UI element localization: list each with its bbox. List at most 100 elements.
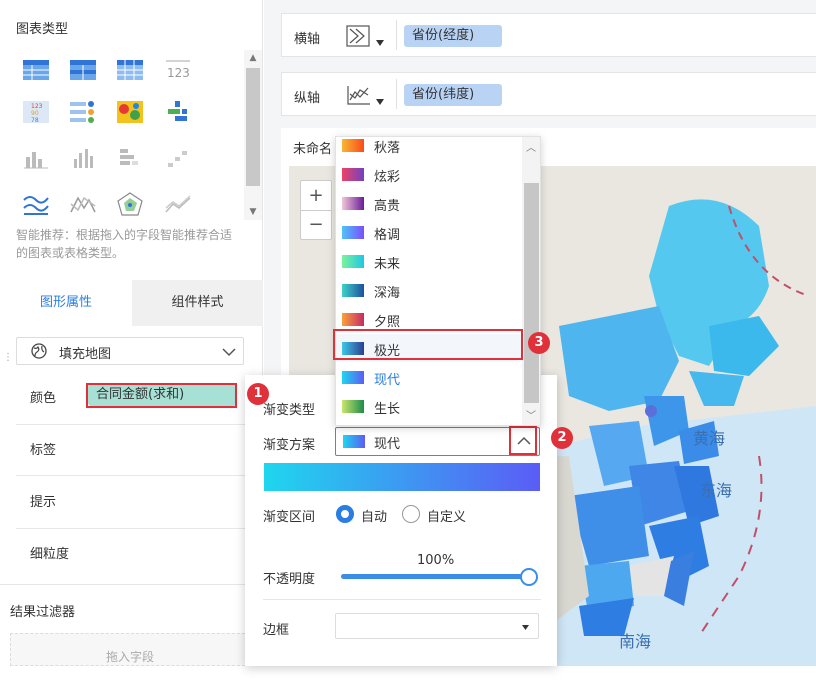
drop-field-hint: 拖入字段 xyxy=(105,650,154,664)
scheme-option-label: 生长 xyxy=(374,402,401,417)
divider xyxy=(16,528,246,529)
scheme-swatch xyxy=(342,226,364,239)
drop-field-area[interactable]: 拖入字段 xyxy=(10,633,250,666)
opacity-slider-handle[interactable] xyxy=(520,568,538,586)
chevron-down-icon xyxy=(222,348,236,357)
scheme-value: 现代 xyxy=(374,437,401,452)
label-label: 标签 xyxy=(30,443,57,458)
svg-text:90: 90 xyxy=(31,110,39,117)
granularity-label: 细粒度 xyxy=(30,547,70,562)
cross-table-icon[interactable] xyxy=(116,58,144,82)
gradient-scheme-label: 渐变方案 xyxy=(263,438,316,453)
map-type-select[interactable]: 填充地图 xyxy=(16,337,244,365)
gradient-preview-bar xyxy=(264,463,540,491)
zoom-out-button[interactable]: − xyxy=(301,211,331,239)
color-table-icon[interactable]: 1239078 xyxy=(22,100,50,124)
chart-title[interactable]: 未命名 xyxy=(293,138,332,157)
divider xyxy=(16,475,246,476)
chevron-up-icon xyxy=(517,436,531,445)
scheme-option-2[interactable]: 高贵 xyxy=(336,189,522,217)
map-type-value: 填充地图 xyxy=(59,347,112,362)
step-bar-icon[interactable] xyxy=(164,146,192,170)
scroll-thumb[interactable] xyxy=(246,68,260,186)
chevron-up-icon[interactable]: ︿ xyxy=(526,139,536,154)
tab-graphic-properties[interactable]: 图形属性 xyxy=(0,280,132,326)
zoom-control: + − xyxy=(300,180,332,240)
scheme-swatch xyxy=(342,313,364,326)
scheme-swatch xyxy=(342,168,364,181)
label-row[interactable]: 标签 xyxy=(16,426,246,468)
scheme-option-label: 格调 xyxy=(374,228,401,243)
scheme-option-label: 秋落 xyxy=(374,141,401,156)
color-label: 颜色 xyxy=(30,391,57,406)
waterfall-icon[interactable] xyxy=(164,100,192,124)
kpi-number-icon[interactable]: 123 xyxy=(164,58,192,82)
bar-chart-icon[interactable] xyxy=(22,146,50,170)
caret-down-icon xyxy=(522,625,529,630)
scheme-option-4[interactable]: 未来 xyxy=(336,247,522,275)
globe-icon xyxy=(31,343,47,359)
scheme-option-label: 夕照 xyxy=(374,315,401,330)
radar-chart-icon[interactable] xyxy=(116,192,144,216)
line-chart-icon[interactable] xyxy=(69,192,97,216)
tooltip-row[interactable]: 提示 xyxy=(16,478,246,520)
zoom-in-button[interactable]: + xyxy=(301,181,331,210)
caret-down-icon[interactable] xyxy=(376,40,384,46)
scheme-swatch xyxy=(342,400,364,413)
scheme-option-label: 炫彩 xyxy=(374,170,401,185)
area-line-icon[interactable] xyxy=(22,192,50,216)
svg-text:123: 123 xyxy=(167,66,190,80)
scheme-swatch xyxy=(342,371,364,384)
tab-component-style[interactable]: 组件样式 xyxy=(132,280,263,326)
scheme-option-5[interactable]: 深海 xyxy=(336,276,522,304)
gradient-scheme-dropdown: 秋落炫彩高贵格调未来深海夕照极光现代生长青春︿﹀ xyxy=(335,136,541,426)
divider xyxy=(263,599,541,600)
scheme-swatch xyxy=(342,255,364,268)
caret-down-icon[interactable] xyxy=(376,99,384,105)
range-custom-radio[interactable] xyxy=(402,505,420,523)
opacity-slider-track[interactable] xyxy=(341,574,529,579)
stacked-bar-icon[interactable] xyxy=(116,146,144,170)
y-axis-field-chip[interactable]: 省份(纬度) xyxy=(404,84,502,106)
dropdown-scrollbar[interactable]: ︿ ﹀ xyxy=(522,137,540,425)
dot-table-icon[interactable] xyxy=(69,100,97,124)
area-chart-icon[interactable] xyxy=(164,192,192,216)
scheme-option-1[interactable]: 炫彩 xyxy=(336,160,522,188)
chart-type-scrollbar[interactable]: ▲ ▼ xyxy=(244,50,262,220)
smart-recommend-hint: 智能推荐：根据拖入的字段智能推荐合适的图表或表格类型。 xyxy=(16,228,233,260)
chevron-down-icon[interactable]: ﹀ xyxy=(526,407,536,422)
scheme-option-8[interactable]: 现代 xyxy=(336,363,522,391)
scheme-option-10[interactable]: 青春 xyxy=(336,421,522,425)
callout-badge: 2 xyxy=(551,427,573,449)
y-axis-type-icon[interactable] xyxy=(346,84,372,106)
scroll-thumb[interactable] xyxy=(524,183,539,403)
x-axis-field-chip[interactable]: 省份(经度) xyxy=(404,25,502,47)
y-axis-label: 纵轴 xyxy=(294,91,321,106)
drag-handle-icon[interactable]: ⋮ xyxy=(3,352,13,363)
table-icon[interactable] xyxy=(22,58,50,82)
x-axis-type-icon[interactable] xyxy=(346,25,372,47)
border-select[interactable] xyxy=(335,613,539,639)
scheme-option-0[interactable]: 秋落 xyxy=(336,137,522,159)
result-filter-title: 结果过滤器 xyxy=(10,605,76,620)
scroll-up-icon[interactable]: ▲ xyxy=(248,53,258,63)
grouped-bar-icon[interactable] xyxy=(69,146,97,170)
chart-type-title: 图表类型 xyxy=(16,22,69,37)
granularity-row[interactable]: 细粒度 xyxy=(16,530,246,572)
x-axis-bar: 横轴 省份(经度) xyxy=(281,13,816,57)
scheme-toggle-highlight[interactable] xyxy=(509,426,537,455)
divider xyxy=(0,584,263,585)
scheme-option-label: 高贵 xyxy=(374,199,401,214)
sea-label-east: 东海 xyxy=(700,481,732,500)
scheme-option-label: 未来 xyxy=(374,257,401,272)
scheme-swatch xyxy=(343,435,365,448)
scheme-swatch xyxy=(342,197,364,210)
scheme-option-3[interactable]: 格调 xyxy=(336,218,522,246)
scroll-down-icon[interactable]: ▼ xyxy=(248,207,258,217)
tooltip-label: 提示 xyxy=(30,495,57,510)
heatmap-icon[interactable] xyxy=(116,100,144,124)
scheme-option-9[interactable]: 生长 xyxy=(336,392,522,420)
range-auto-radio[interactable] xyxy=(336,505,354,523)
beijing-region[interactable] xyxy=(645,405,657,417)
grouped-table-icon[interactable] xyxy=(69,58,97,82)
